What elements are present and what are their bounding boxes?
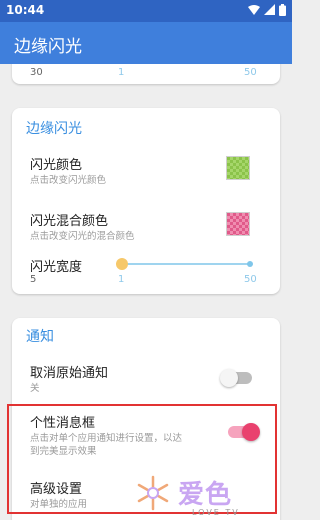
section-title-edge-flash: 边缘闪光 [26,121,82,137]
flash-color-swatch[interactable] [226,156,250,180]
slider-end-dot [247,261,253,267]
flash-width-row: 闪光宽度 5 1 50 [12,254,280,294]
app-bar: 边缘闪光 [0,22,292,64]
edge-flash-card: 边缘闪光 闪光颜色 点击改变闪光颜色 闪光混合颜色 点击改变闪光的混合颜色 闪光… [12,108,280,294]
top-slider-min-label: 1 [118,67,125,78]
flash-color-row[interactable]: 闪光颜色 点击改变闪光颜色 [12,146,280,194]
top-slider-card: 30 1 50 [12,64,280,84]
slider-thumb[interactable] [116,258,128,270]
signal-icon [264,4,275,15]
flash-width-slider[interactable] [116,256,256,272]
cancel-original-subtitle: 关 [30,383,40,394]
flash-mix-color-swatch[interactable] [226,212,250,236]
flash-color-subtitle: 点击改变闪光颜色 [30,175,107,186]
cancel-original-toggle[interactable] [220,369,252,387]
wifi-icon [248,5,260,15]
status-icons [248,4,286,16]
flash-mix-color-title: 闪光混合颜色 [30,214,109,229]
toggle-knob [220,369,238,387]
slider-track [120,263,250,265]
flash-width-value: 5 [30,274,37,285]
watermark-subtext: LOVE TV [192,508,240,517]
top-slider-value: 30 [30,67,43,78]
flash-width-max-label: 50 [244,274,257,285]
cancel-original-title: 取消原始通知 [30,366,109,381]
watermark: 爱色 LOVE TV [130,474,280,520]
flash-mix-color-subtitle: 点击改变闪光的混合颜色 [30,231,135,242]
flash-width-min-label: 1 [118,274,125,285]
status-time: 10:44 [6,3,45,17]
flash-width-title: 闪光宽度 [30,260,83,275]
page-title: 边缘闪光 [14,37,82,57]
section-title-notification: 通知 [26,329,54,345]
flash-color-title: 闪光颜色 [30,158,83,173]
cancel-original-row[interactable]: 取消原始通知 关 [12,354,280,402]
flash-mix-color-row[interactable]: 闪光混合颜色 点击改变闪光的混合颜色 [12,202,280,250]
watermark-text: 爱色 [178,480,233,510]
battery-icon [279,4,286,16]
top-slider-max-label: 50 [244,67,257,78]
settings-list[interactable]: 30 1 50 边缘闪光 闪光颜色 点击改变闪光颜色 闪光混合颜色 点击改变闪光… [0,64,292,520]
snowflake-logo-icon [137,475,169,511]
status-bar: 10:44 [0,0,292,22]
